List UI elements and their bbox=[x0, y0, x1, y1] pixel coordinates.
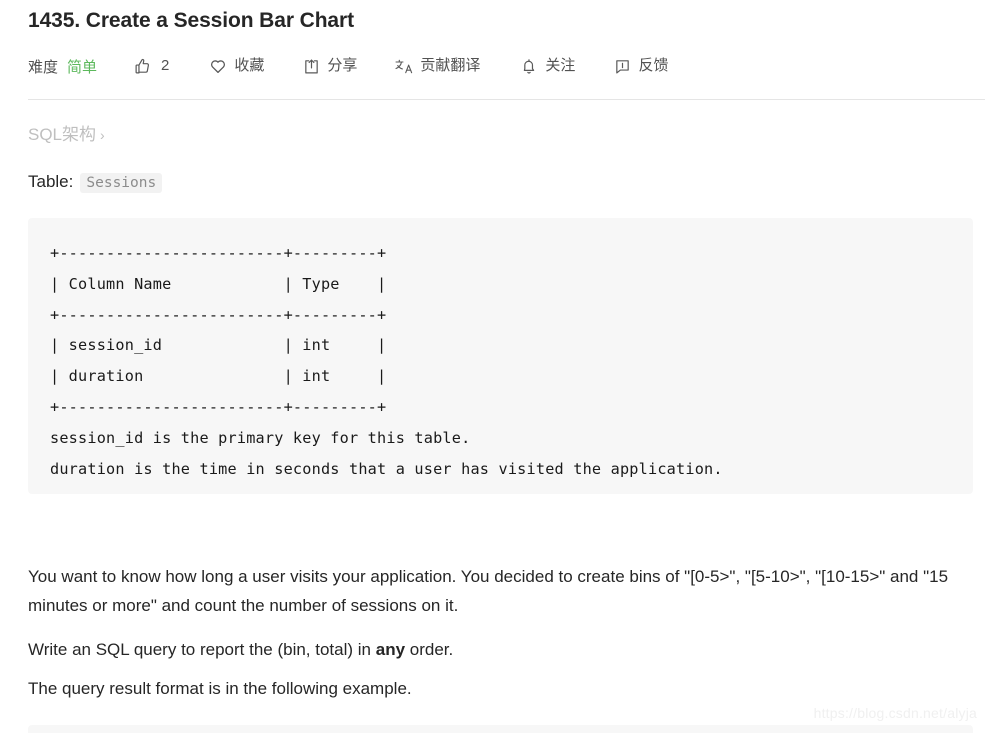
thumbs-up-icon bbox=[133, 57, 151, 75]
translate-icon bbox=[395, 57, 413, 75]
chevron-right-icon: › bbox=[100, 127, 105, 143]
translate-label: 贡献翻译 bbox=[420, 57, 481, 74]
favorite-button[interactable]: 收藏 bbox=[209, 52, 264, 80]
feedback-button[interactable]: 反馈 bbox=[613, 52, 668, 80]
follow-label: 关注 bbox=[545, 57, 576, 74]
paragraph-2-after: order. bbox=[405, 640, 454, 659]
example-code-block-partial bbox=[28, 725, 973, 733]
paragraph-2-emphasis: any bbox=[375, 640, 406, 659]
page-title: 1435. Create a Session Bar Chart bbox=[28, 9, 354, 32]
feedback-label: 反馈 bbox=[638, 57, 669, 74]
description-paragraph-3: The query result format is in the follow… bbox=[28, 679, 412, 698]
table-prefix: Table: bbox=[28, 172, 74, 191]
table-heading: Table: Sessions bbox=[28, 172, 163, 193]
heart-icon bbox=[209, 57, 227, 75]
share-label: 分享 bbox=[327, 57, 358, 74]
like-count: 2 bbox=[161, 57, 170, 74]
problem-toolbar: 难度 简单 2 收藏 分享 贡献翻译 关注 反馈 bbox=[28, 52, 668, 80]
breadcrumb[interactable]: SQL架构 › bbox=[28, 120, 105, 145]
comment-icon bbox=[613, 57, 631, 75]
problem-page: 1435. Create a Session Bar Chart 难度 简单 2… bbox=[0, 0, 985, 733]
watermark: https://blog.csdn.net/alyja bbox=[813, 705, 977, 721]
favorite-label: 收藏 bbox=[234, 57, 265, 74]
schema-code-text: +------------------------+---------+ | C… bbox=[50, 244, 723, 478]
breadcrumb-label[interactable]: SQL架构 bbox=[28, 125, 96, 144]
difficulty-value: 简单 bbox=[67, 58, 98, 76]
schema-code-block: +------------------------+---------+ | C… bbox=[28, 218, 973, 494]
header-divider bbox=[28, 99, 985, 100]
share-button[interactable]: 分享 bbox=[302, 52, 357, 80]
translate-button[interactable]: 贡献翻译 bbox=[395, 52, 480, 80]
paragraph-2-before: Write an SQL query to report the (bin, t… bbox=[28, 640, 376, 659]
description-paragraph-1: You want to know how long a user visits … bbox=[28, 567, 949, 615]
table-name-code: Sessions bbox=[80, 173, 163, 193]
follow-button[interactable]: 关注 bbox=[520, 52, 575, 80]
share-box-icon bbox=[302, 57, 320, 75]
description-paragraph-2: Write an SQL query to report the (bin, t… bbox=[28, 635, 978, 664]
like-button[interactable]: 2 bbox=[133, 52, 169, 80]
difficulty-label: 难度 bbox=[28, 58, 59, 76]
bell-icon bbox=[520, 57, 538, 75]
